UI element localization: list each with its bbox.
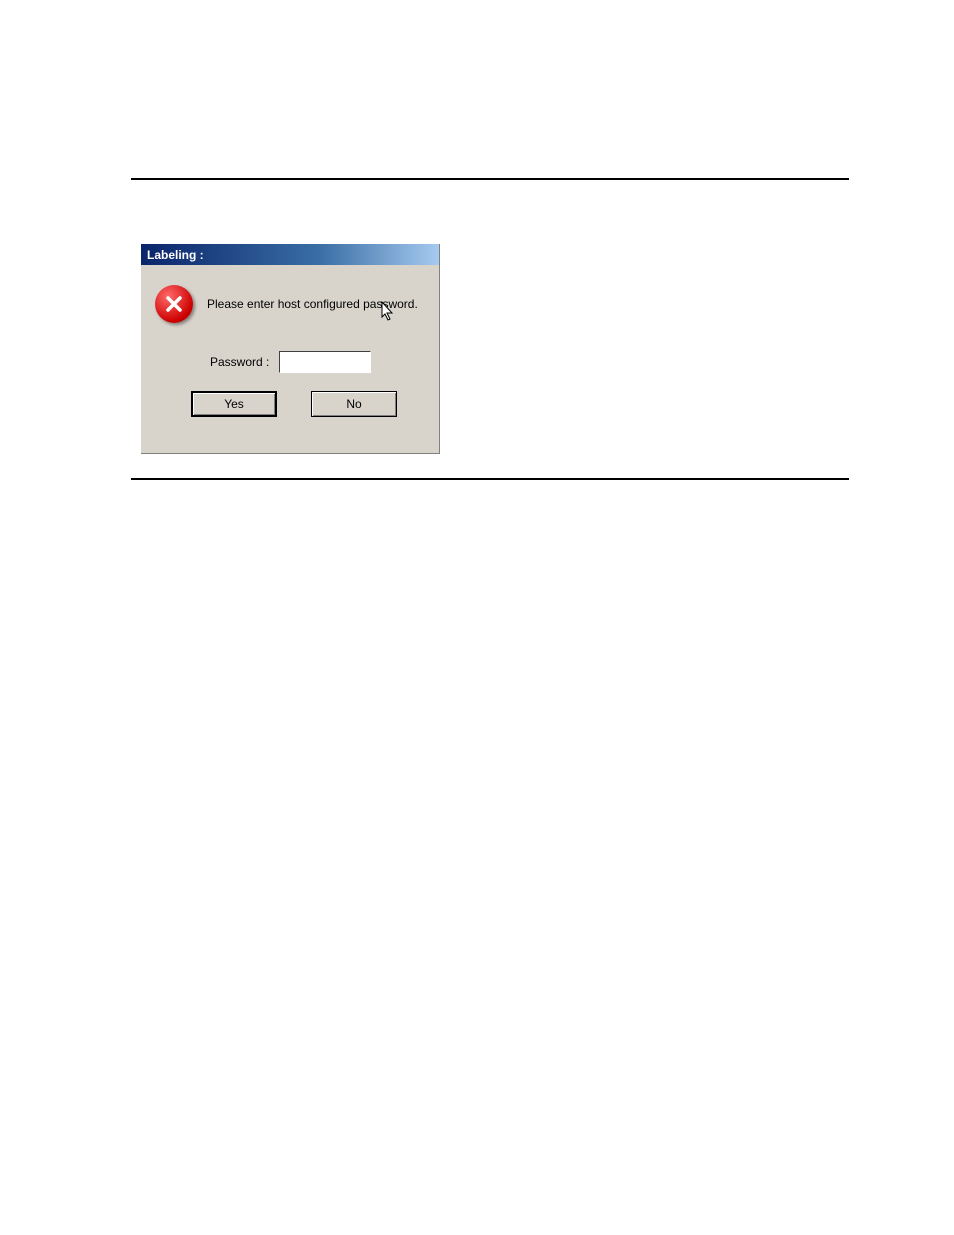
dialog-title: Labeling :	[147, 248, 204, 262]
dialog-message: Please enter host configured password.	[207, 297, 418, 311]
yes-button[interactable]: Yes	[191, 391, 277, 417]
message-row: Please enter host configured password.	[155, 285, 425, 323]
dialog-body: Please enter host configured password. P…	[141, 265, 439, 453]
button-row: Yes No	[191, 391, 425, 417]
password-row: Password :	[210, 351, 425, 373]
divider-top	[131, 178, 849, 180]
password-dialog: Labeling : Please enter host configured …	[141, 244, 440, 454]
no-button[interactable]: No	[311, 391, 397, 417]
titlebar: Labeling :	[141, 244, 439, 265]
password-label: Password :	[210, 355, 269, 369]
error-icon	[155, 285, 193, 323]
password-input[interactable]	[279, 351, 371, 373]
divider-bottom	[131, 478, 849, 480]
